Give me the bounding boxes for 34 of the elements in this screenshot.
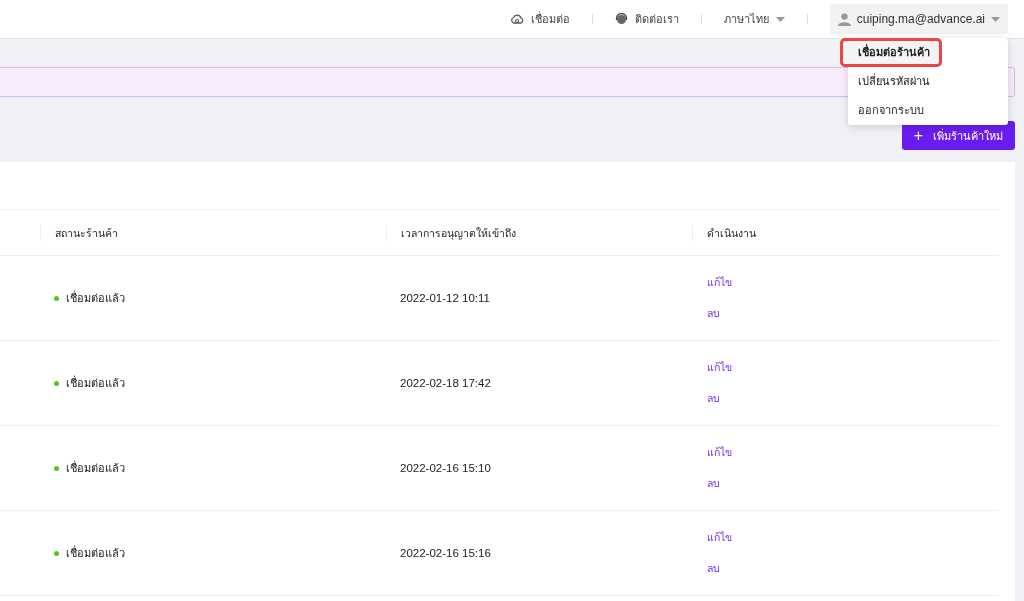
- header-link[interactable]: ภาษาไทย: [723, 10, 785, 28]
- caret-icon: [775, 16, 785, 22]
- action-link[interactable]: แก้ไข: [707, 274, 732, 291]
- caret-icon: [991, 16, 1000, 22]
- table-cell-text: 2022-01-12 10:11: [399, 292, 491, 304]
- status-dot: [54, 380, 59, 386]
- action-link[interactable]: แก้ไข: [707, 359, 732, 376]
- action-link[interactable]: ลบ: [707, 305, 720, 322]
- status-dot: [54, 295, 59, 301]
- user-menu-button[interactable]: cuiping.ma@advance.ai: [829, 4, 1008, 34]
- table-cell-text: 2022-02-16 15:10: [399, 462, 492, 474]
- status-text: เชื่อมต่อแล้ว: [66, 544, 125, 561]
- status-dot: [54, 465, 59, 471]
- status-text: เชื่อมต่อแล้ว: [66, 289, 125, 306]
- table-cell-text: 2022-02-16 15:16: [399, 547, 492, 559]
- status-text: เชื่อมต่อแล้ว: [66, 459, 125, 476]
- header-link[interactable]: ติดต่อเรา: [614, 10, 679, 28]
- column-header: สถานะร้านค้า: [40, 224, 386, 241]
- cloud-icon: [509, 13, 524, 25]
- action-link[interactable]: ลบ: [707, 560, 720, 577]
- action-link[interactable]: ลบ: [707, 390, 720, 407]
- headset-icon: [614, 12, 628, 26]
- menu-item[interactable]: เปลี่ยนรหัสผ่าน: [848, 67, 1008, 96]
- action-link[interactable]: แก้ไข: [707, 529, 732, 546]
- menu-item[interactable]: เชื่อมต่อร้านค้า: [840, 38, 942, 67]
- status-dot: [54, 550, 59, 556]
- status-text: เชื่อมต่อแล้ว: [66, 374, 125, 391]
- header-link[interactable]: เชื่อมต่อ: [509, 10, 570, 28]
- table-cell-text: 2022-02-18 17:42: [399, 377, 492, 389]
- column-header: เวลาการอนุญาตให้เข้าถึง: [386, 224, 692, 241]
- column-header: ดำเนินงาน: [692, 224, 999, 241]
- user-icon: [837, 12, 851, 26]
- action-link[interactable]: แก้ไข: [707, 444, 732, 461]
- action-link[interactable]: ลบ: [707, 475, 720, 492]
